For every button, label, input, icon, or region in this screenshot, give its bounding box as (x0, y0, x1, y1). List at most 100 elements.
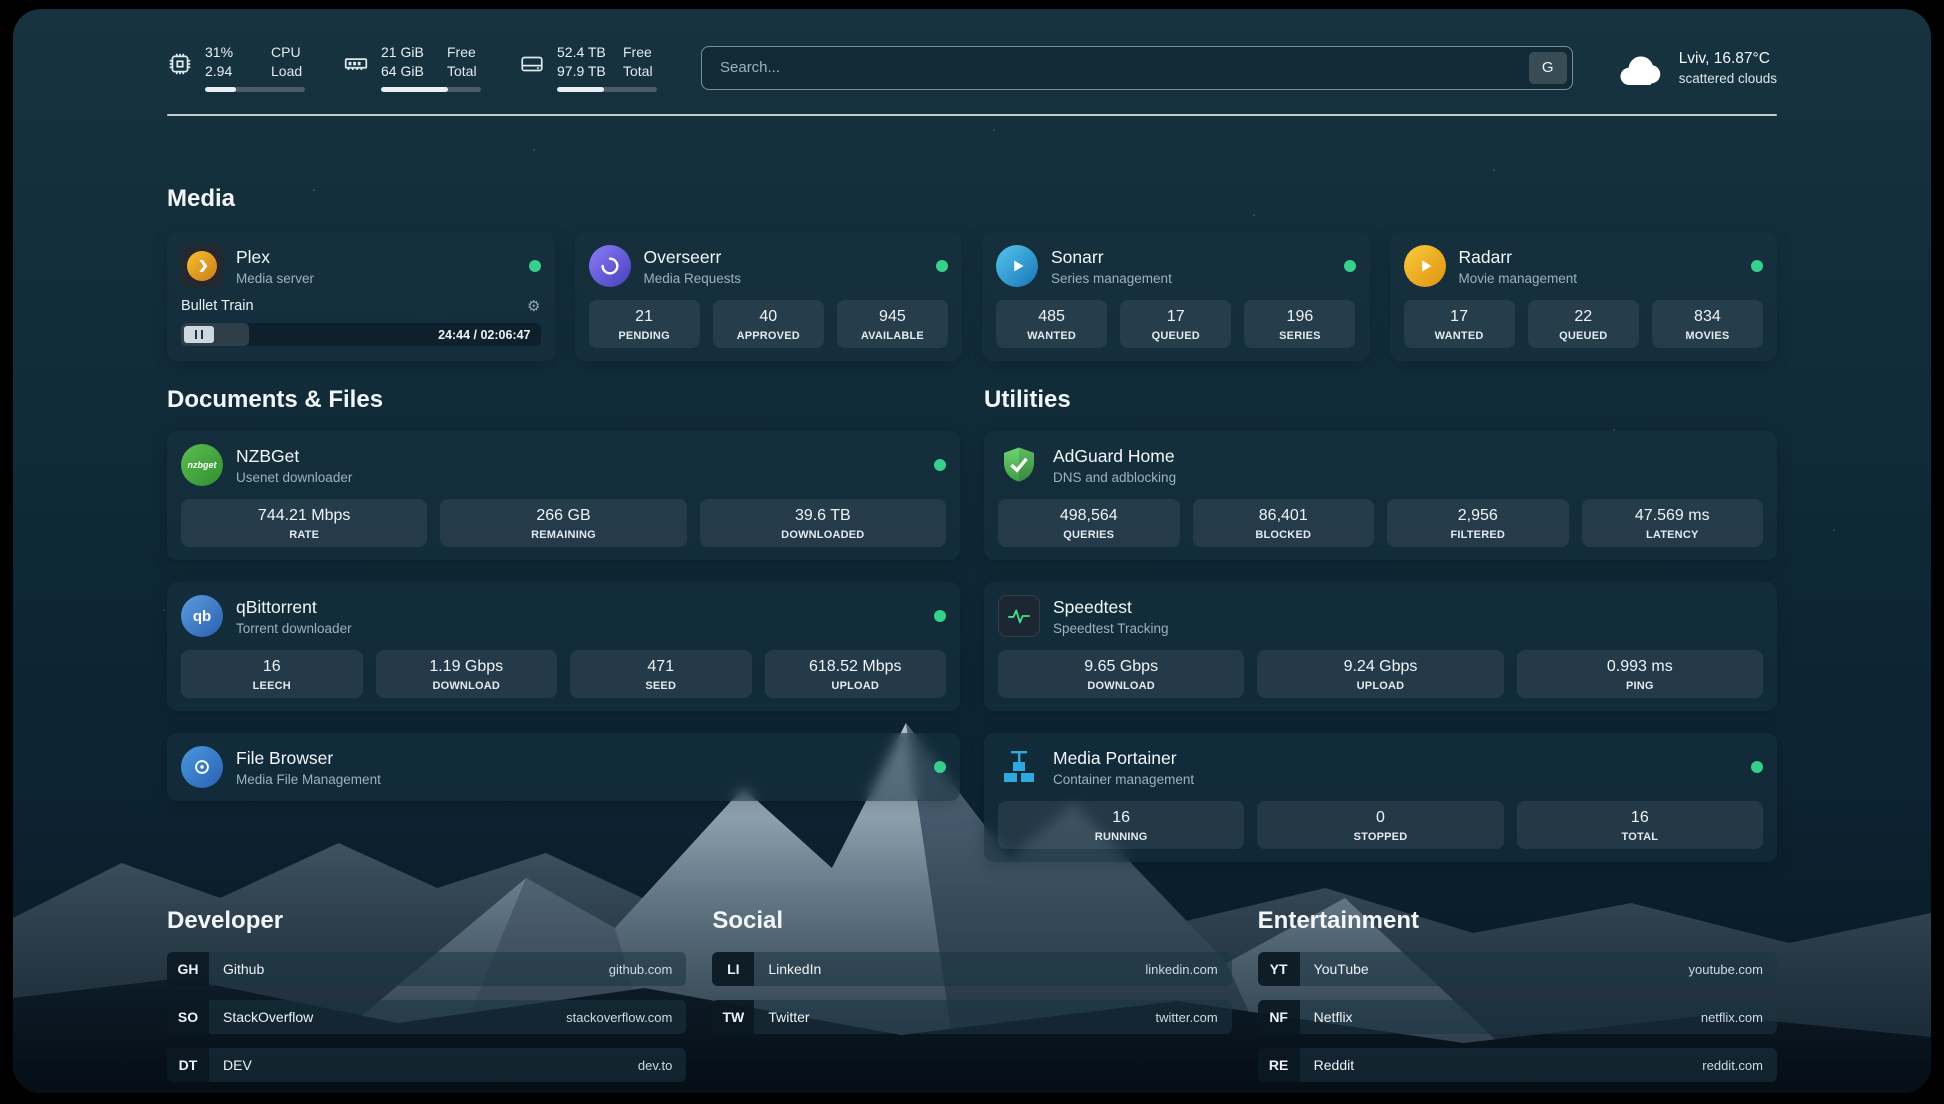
service-stats: 744.21 MbpsRATE 266 GBREMAINING 39.6 TBD… (181, 499, 946, 547)
bookmark-name: Netflix (1300, 1000, 1687, 1034)
plex-player: 24:44 / 02:06:47 (181, 323, 541, 346)
portainer-card[interactable]: Media Portainer Container management 16R… (984, 733, 1777, 862)
cpu-readout: 31%CPU 2.94Load (205, 43, 305, 92)
bookmark-twitter[interactable]: TW Twitter twitter.com (712, 1000, 1231, 1034)
speedtest-card[interactable]: Speedtest Speedtest Tracking 9.65 GbpsDO… (984, 582, 1777, 711)
sonarr-card[interactable]: Sonarr Series management 485WANTED 17QUE… (982, 232, 1370, 361)
service-subtitle: Torrent downloader (236, 621, 921, 636)
service-subtitle: DNS and adblocking (1053, 470, 1763, 485)
filebrowser-icon (181, 746, 223, 788)
weather-text: Lviv, 16.87°C scattered clouds (1679, 50, 1777, 86)
entertainment-section-title: Entertainment (1258, 906, 1777, 936)
bookmark-stackoverflow[interactable]: SO StackOverflow stackoverflow.com (167, 1000, 686, 1034)
social-section-title: Social (712, 906, 1231, 936)
stat-label: WANTED (1408, 330, 1511, 342)
cpu-icon (167, 51, 193, 77)
bookmark-name: StackOverflow (209, 1000, 552, 1034)
stat: 196SERIES (1244, 300, 1355, 348)
stat: 17WANTED (1404, 300, 1515, 348)
sonarr-icon (996, 245, 1038, 287)
bookmark-url: dev.to (624, 1048, 686, 1082)
stat-label: DOWNLOADED (704, 529, 942, 541)
weather-widget: Lviv, 16.87°C scattered clouds (1617, 50, 1777, 86)
adguard-icon (998, 444, 1040, 486)
snow-specks (13, 9, 15, 11)
utilities-section-title: Utilities (984, 385, 1777, 415)
stat: 17QUEUED (1120, 300, 1231, 348)
stat: 485WANTED (996, 300, 1107, 348)
plex-card[interactable]: Plex Media server Bullet Train ⚙ 24:44 /… (167, 232, 555, 361)
memory-free-label: Free (447, 43, 476, 62)
plex-titles: Plex Media server (236, 247, 516, 286)
service-title: Overseerr (644, 247, 924, 268)
stat: 40APPROVED (713, 300, 824, 348)
bookmark-reddit[interactable]: RE Reddit reddit.com (1258, 1048, 1777, 1082)
service-title: AdGuard Home (1053, 446, 1763, 467)
stat-label: LEECH (185, 680, 359, 692)
stat-value: 945 (841, 307, 944, 327)
status-dot (934, 761, 946, 773)
plex-icon (181, 245, 223, 287)
service-stats: 485WANTED 17QUEUED 196SERIES (996, 300, 1356, 348)
stat-value: 47.569 ms (1586, 506, 1760, 526)
disk-progress-bar (557, 87, 657, 92)
stat-value: 471 (574, 657, 748, 677)
stat-value: 16 (1002, 808, 1240, 828)
stat: 16 LEECH (181, 650, 363, 698)
bookmark-url: stackoverflow.com (552, 1000, 686, 1034)
stat-value: 0.993 ms (1521, 657, 1759, 677)
service-title: qBittorrent (236, 597, 921, 618)
service-stats: 16RUNNING 0STOPPED 16TOTAL (998, 801, 1763, 849)
stat-label: UPLOAD (1261, 680, 1499, 692)
stat: 266 GBREMAINING (440, 499, 686, 547)
nzbget-card[interactable]: nzbget NZBGet Usenet downloader 744.21 M… (167, 431, 960, 560)
radarr-card[interactable]: Radarr Movie management 17WANTED 22QUEUE… (1390, 232, 1778, 361)
stat-value: 16 (185, 657, 359, 677)
pause-button[interactable] (184, 326, 214, 343)
bookmark-youtube[interactable]: YT YouTube youtube.com (1258, 952, 1777, 986)
stat: 2,956FILTERED (1387, 499, 1569, 547)
top-bar: 31%CPU 2.94Load (167, 43, 1777, 92)
bookmark-url: linkedin.com (1131, 952, 1231, 986)
disk-total-label: Total (623, 62, 653, 81)
bookmark-netflix[interactable]: NF Netflix netflix.com (1258, 1000, 1777, 1034)
memory-readout: 21 GiBFree 64 GiBTotal (381, 43, 481, 92)
cpu-progress-bar (205, 87, 305, 92)
section-social: Social LI LinkedIn linkedin.com TW Twitt… (712, 906, 1231, 1082)
filebrowser-card[interactable]: File Browser Media File Management (167, 733, 960, 801)
stat-label: QUEUED (1124, 330, 1227, 342)
stat: 86,401BLOCKED (1193, 499, 1375, 547)
bookmark-linkedin[interactable]: LI LinkedIn linkedin.com (712, 952, 1231, 986)
bookmark-dev[interactable]: DT DEV dev.to (167, 1048, 686, 1082)
disk-icon (519, 51, 545, 77)
bookmark-url: youtube.com (1675, 952, 1777, 986)
stat-value: 834 (1656, 307, 1759, 327)
bookmark-github[interactable]: GH Github github.com (167, 952, 686, 986)
disk-readout: 52.4 TBFree 97.9 TBTotal (557, 43, 657, 92)
media-section-title: Media (167, 184, 1777, 214)
nzbget-icon: nzbget (181, 444, 223, 486)
search-input[interactable] (701, 46, 1573, 90)
adguard-card[interactable]: AdGuard Home DNS and adblocking 498,564Q… (984, 431, 1777, 560)
stat-value: 21 (593, 307, 696, 327)
bookmark-name: YouTube (1300, 952, 1675, 986)
cloud-icon (1617, 50, 1665, 86)
gear-icon[interactable]: ⚙ (527, 299, 540, 314)
stat: 744.21 MbpsRATE (181, 499, 427, 547)
bookmark-abbr: NF (1258, 1000, 1300, 1034)
stat: 16TOTAL (1517, 801, 1763, 849)
speedtest-icon (998, 595, 1040, 637)
bookmark-abbr: GH (167, 952, 209, 986)
search-engine-button[interactable]: G (1529, 52, 1567, 84)
stat-label: UPLOAD (769, 680, 943, 692)
overseerr-card[interactable]: Overseerr Media Requests 21PENDING 40APP… (575, 232, 963, 361)
stat-value: 9.24 Gbps (1261, 657, 1499, 677)
bookmark-name: Github (209, 952, 595, 986)
stat-value: 498,564 (1002, 506, 1176, 526)
service-subtitle: Series management (1051, 271, 1331, 286)
service-stats: 9.65 GbpsDOWNLOAD 9.24 GbpsUPLOAD 0.993 … (998, 650, 1763, 698)
stat-label: DOWNLOAD (1002, 680, 1240, 692)
dashboard-screen: 31%CPU 2.94Load (13, 9, 1931, 1093)
now-playing-title: Bullet Train (181, 298, 254, 314)
qbittorrent-card[interactable]: qb qBittorrent Torrent downloader 16LEEC… (167, 582, 960, 711)
